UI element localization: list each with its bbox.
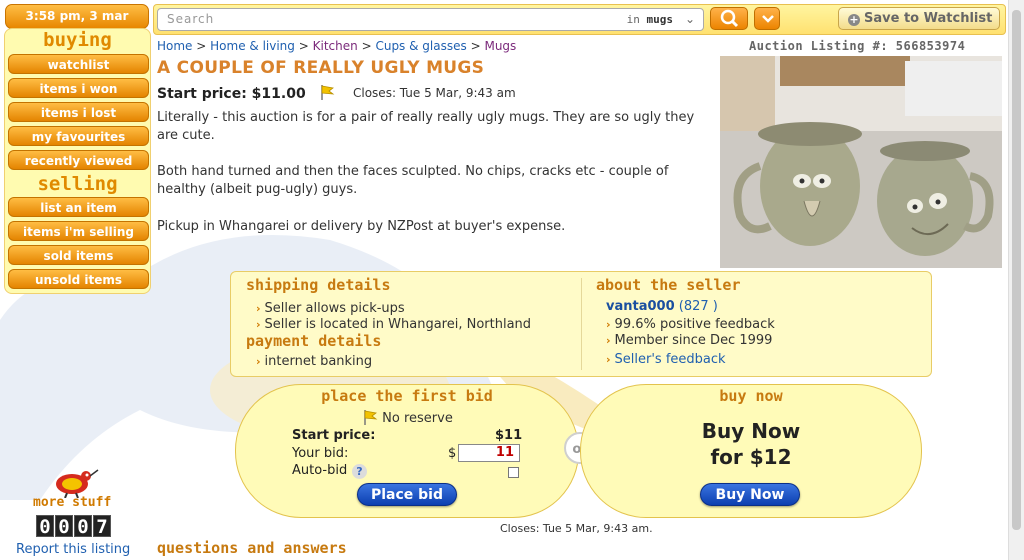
breadcrumb: Home > Home & living > Kitchen > Cups & … [157, 39, 516, 53]
listing-number: Auction Listing #: 566853974 [749, 39, 966, 53]
search-category-select[interactable]: in mugs [627, 13, 673, 26]
arrow-bullet-icon: › [606, 318, 611, 331]
buy-now-price: for $12 [710, 445, 792, 469]
your-bid-label: Your bid: [292, 446, 349, 461]
reserve-text: No reserve [382, 411, 453, 426]
flag-icon [320, 85, 334, 100]
start-price-label: Start price: [292, 428, 376, 443]
view-counter: 0 0 0 7 [36, 515, 111, 538]
top-bar: Search in mugs ⌄ + Save to Watchlist [153, 4, 1006, 35]
buy-now-heading: buy now [719, 387, 783, 405]
reserve-status: No reserve [362, 409, 453, 426]
seller-rating-link[interactable]: (827 ) [679, 299, 718, 314]
scrollbar-thumb[interactable] [1012, 10, 1021, 530]
counter-digit: 0 [55, 515, 73, 538]
sidebar-item-sold[interactable]: sold items [8, 245, 149, 265]
search-input[interactable]: Search in mugs ⌄ [157, 8, 704, 31]
chevron-down-icon[interactable]: ⌄ [685, 12, 695, 26]
search-category-value: mugs [646, 13, 674, 26]
description-paragraph: Both hand turned and then the faces scul… [157, 164, 669, 197]
arrow-bullet-icon: › [256, 355, 261, 368]
payment-item: › internet banking [256, 354, 373, 369]
breadcrumb-separator: > [196, 39, 207, 53]
place-bid-button[interactable]: Place bid [357, 483, 457, 506]
sidebar-item-items-lost[interactable]: items i lost [8, 102, 149, 122]
counter-digit: 0 [74, 515, 92, 538]
buy-now-panel: buy now Buy Now for $12 Buy Now [580, 384, 922, 518]
search-options-button[interactable] [754, 7, 780, 30]
seller-item: › 99.6% positive feedback [606, 317, 775, 332]
shipping-item: › Seller allows pick-ups [256, 301, 405, 316]
closing-time: Closes: Tue 5 Mar, 9:43 am [353, 86, 516, 100]
seller-heading: about the seller [596, 276, 741, 294]
start-price: Start price: $11.00 [157, 84, 335, 102]
breadcrumb-separator: > [298, 39, 309, 53]
report-listing-link[interactable]: Report this listing [16, 542, 130, 557]
shipping-item: › Seller is located in Whangarei, Northla… [256, 317, 532, 332]
selling-heading: selling [37, 173, 118, 195]
sidebar-item-favourites[interactable]: my favourites [8, 126, 149, 146]
sidebar: buying watchlist items i won items i los… [4, 28, 151, 294]
sidebar-item-list-item[interactable]: list an item [8, 197, 149, 217]
more-stuff-link[interactable]: more stuff [33, 495, 111, 510]
start-price-text: Start price: $11.00 [157, 86, 306, 102]
closing-time-footer: Closes: Tue 5 Mar, 9:43 am. [500, 522, 653, 535]
search-button[interactable] [710, 7, 748, 30]
seller-info: vanta000 (827 ) [606, 299, 718, 314]
seller-item: › Member since Dec 1999 [606, 333, 773, 348]
sidebar-item-recently-viewed[interactable]: recently viewed [8, 150, 149, 170]
sidebar-item-items-won[interactable]: items i won [8, 78, 149, 98]
breadcrumb-separator: > [361, 39, 372, 53]
questions-heading: questions and answers [157, 539, 347, 557]
kiwi-mascot-icon[interactable] [52, 464, 100, 498]
arrow-bullet-icon: › [606, 334, 611, 347]
start-price-value: $11 [495, 428, 523, 443]
counter-digit: 7 [93, 515, 111, 538]
place-bid-panel: place the first bid No reserve Start pri… [235, 384, 579, 518]
search-icon [720, 9, 739, 28]
breadcrumb-home[interactable]: Home [157, 39, 192, 53]
chevron-down-icon [762, 15, 774, 23]
payment-heading: payment details [246, 332, 382, 350]
bid-amount-input[interactable]: 11 [458, 444, 520, 462]
search-placeholder: Search [167, 12, 215, 26]
breadcrumb-separator: > [470, 39, 481, 53]
listing-title: A COUPLE OF REALLY UGLY MUGS [157, 58, 485, 78]
details-panel: shipping details › Seller allows pick-ups… [230, 271, 932, 377]
breadcrumb-kitchen[interactable]: Kitchen [313, 39, 358, 53]
buying-heading: buying [43, 29, 112, 51]
arrow-bullet-icon: › [256, 318, 261, 331]
arrow-bullet-icon: › [256, 302, 261, 315]
shipping-heading: shipping details [246, 276, 391, 294]
place-bid-heading: place the first bid [321, 387, 493, 405]
watchlist-button-label: Save to Watchlist [864, 11, 993, 26]
buy-now-line1: Buy Now [701, 419, 801, 443]
seller-feedback-link[interactable]: Seller's feedback [615, 352, 726, 367]
sidebar-item-unsold[interactable]: unsold items [8, 269, 149, 289]
sidebar-item-selling[interactable]: items i'm selling [8, 221, 149, 241]
description-paragraph: Pickup in Whangarei or delivery by NZPos… [157, 219, 566, 234]
seller-name-link[interactable]: vanta000 [606, 299, 675, 314]
breadcrumb-home-living[interactable]: Home & living [210, 39, 295, 53]
arrow-bullet-icon: › [606, 353, 611, 366]
sidebar-item-watchlist[interactable]: watchlist [8, 54, 149, 74]
search-in-label: in [626, 13, 640, 26]
save-to-watchlist-button[interactable]: + Save to Watchlist [838, 7, 1000, 30]
autobid-checkbox[interactable] [508, 467, 519, 478]
description-paragraph: Literally - this auction is for a pair o… [157, 110, 695, 143]
plus-icon: + [848, 13, 860, 26]
scrollbar[interactable] [1008, 0, 1024, 560]
buy-now-button[interactable]: Buy Now [700, 483, 800, 506]
divider [581, 278, 582, 370]
seller-feedback-item: › Seller's feedback [606, 352, 726, 367]
autobid-label: Auto-bid [292, 463, 348, 478]
help-icon[interactable]: ? [352, 464, 367, 479]
clock: 3:58 pm, 3 mar [5, 4, 149, 29]
counter-digit: 0 [36, 515, 54, 538]
breadcrumb-cups-glasses[interactable]: Cups & glasses [375, 39, 466, 53]
breadcrumb-mugs[interactable]: Mugs [484, 39, 516, 53]
currency-symbol: $ [448, 446, 457, 461]
flag-icon [364, 410, 378, 425]
listing-photo[interactable] [720, 56, 1002, 268]
